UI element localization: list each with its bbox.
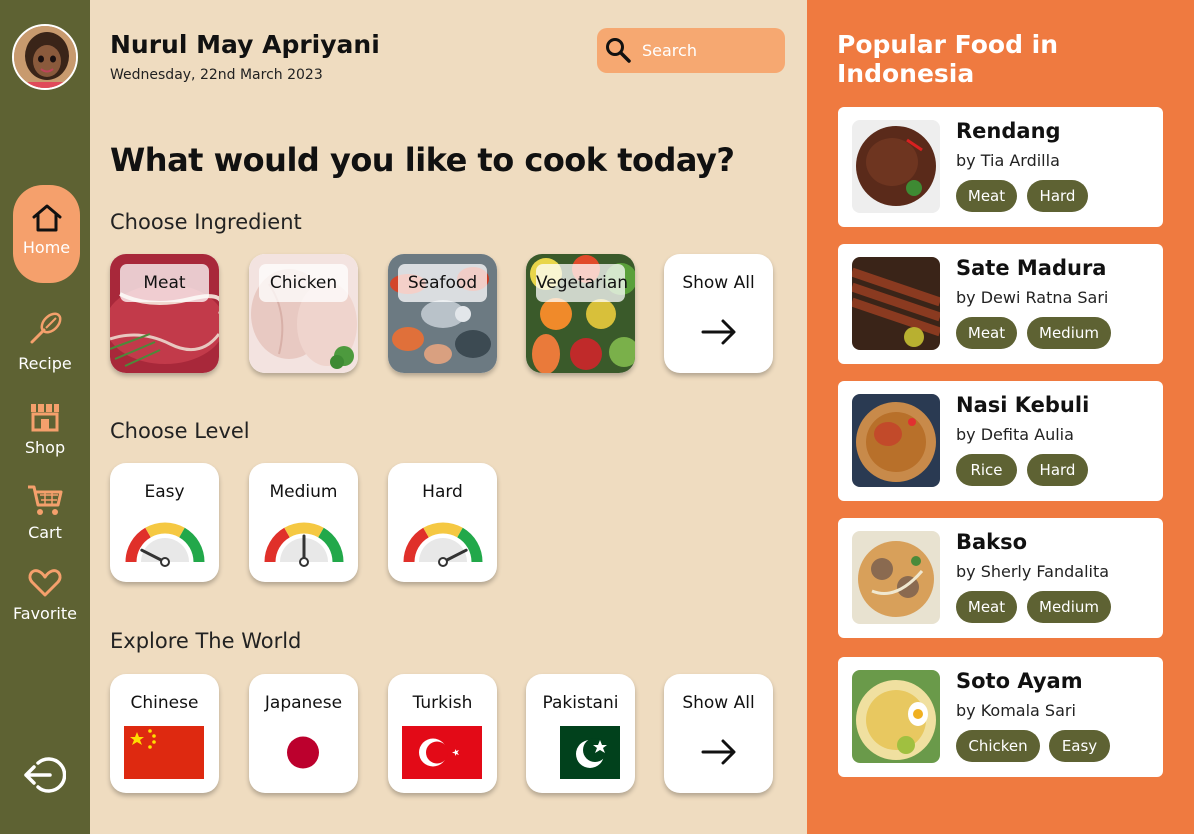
logout-icon	[24, 757, 67, 793]
food-thumbnail	[852, 257, 940, 350]
ingredient-label: Seafood	[398, 264, 487, 302]
food-tag[interactable]: Rice	[956, 454, 1017, 486]
cuisine-card-chinese[interactable]: Chinese	[110, 674, 219, 793]
popular-food-panel: Popular Food in Indonesia Rendang by Tia…	[807, 0, 1194, 834]
page-title: What would you like to cook today?	[110, 141, 735, 179]
search-input[interactable]: Search	[597, 28, 785, 73]
ingredient-label: Vegetarian	[536, 264, 628, 302]
food-tag[interactable]: Medium	[1027, 591, 1111, 623]
heart-icon	[28, 569, 62, 597]
cuisine-label: Japanese	[264, 693, 343, 713]
search-placeholder: Search	[642, 41, 697, 60]
cuisine-show-all-button[interactable]: Show All	[664, 674, 773, 793]
sidebar-item-favorite[interactable]: Favorite	[0, 568, 90, 623]
sidebar: Home Recipe Shop Cart Favorite	[0, 0, 90, 834]
level-label: Medium	[269, 482, 338, 502]
store-icon	[31, 404, 59, 432]
food-card-sate-madura[interactable]: Sate Madura by Dewi Ratna Sari Meat Medi…	[838, 244, 1163, 364]
food-name: Rendang	[956, 119, 1061, 143]
food-name: Sate Madura	[956, 256, 1107, 280]
food-tag[interactable]: Easy	[1049, 730, 1110, 762]
level-card-easy[interactable]: Easy	[110, 463, 219, 582]
food-author: by Komala Sari	[956, 701, 1076, 720]
show-all-label: Show All	[682, 273, 755, 293]
sidebar-item-label: Recipe	[18, 354, 72, 373]
current-date: Wednesday, 22nd March 2023	[110, 67, 323, 83]
food-card-soto-ayam[interactable]: Soto Ayam by Komala Sari Chicken Easy	[838, 657, 1163, 777]
food-tag[interactable]: Medium	[1027, 317, 1111, 349]
food-card-rendang[interactable]: Rendang by Tia Ardilla Meat Hard	[838, 107, 1163, 227]
level-label: Easy	[144, 482, 185, 502]
food-tag[interactable]: Hard	[1027, 454, 1088, 486]
gauge-icon	[403, 522, 483, 567]
sidebar-item-label: Home	[22, 238, 71, 257]
ingredient-section-title: Choose Ingredient	[110, 210, 302, 234]
level-card-hard[interactable]: Hard	[388, 463, 497, 582]
food-card-nasi-kebuli[interactable]: Nasi Kebuli by Defita Aulia Rice Hard	[838, 381, 1163, 501]
sidebar-item-home[interactable]: Home	[13, 185, 80, 283]
level-label: Hard	[422, 482, 463, 502]
cuisine-label: Pakistani	[542, 693, 619, 713]
food-tag[interactable]: Meat	[956, 317, 1017, 349]
food-tag[interactable]: Hard	[1027, 180, 1088, 212]
ingredient-card-seafood[interactable]: Seafood	[388, 254, 497, 373]
popular-food-title: Popular Food in Indonesia	[837, 30, 1059, 88]
food-tag[interactable]: Meat	[956, 180, 1017, 212]
food-thumbnail	[852, 670, 940, 763]
level-card-medium[interactable]: Medium	[249, 463, 358, 582]
sidebar-item-label: Shop	[24, 438, 66, 457]
user-name: Nurul May Apriyani	[110, 30, 380, 59]
cuisine-label: Chinese	[130, 693, 199, 713]
food-name: Soto Ayam	[956, 669, 1083, 693]
cuisine-card-pakistani[interactable]: Pakistani	[526, 674, 635, 793]
food-author: by Dewi Ratna Sari	[956, 288, 1109, 307]
show-all-label: Show All	[682, 693, 755, 713]
food-thumbnail	[852, 394, 940, 487]
pakistan-flag-icon	[540, 726, 620, 779]
food-author: by Sherly Fandalita	[956, 562, 1110, 581]
food-name: Bakso	[956, 530, 1028, 554]
arrow-right-icon	[701, 739, 736, 765]
sidebar-item-cart[interactable]: Cart	[0, 483, 90, 542]
search-icon	[606, 38, 631, 63]
japan-flag-icon	[263, 726, 343, 779]
sidebar-item-shop[interactable]: Shop	[0, 400, 90, 457]
gauge-icon	[264, 522, 344, 567]
food-name: Nasi Kebuli	[956, 393, 1090, 417]
whisk-icon	[30, 312, 62, 344]
cart-icon	[28, 485, 63, 515]
avatar[interactable]	[12, 24, 78, 90]
world-section-title: Explore The World	[110, 629, 302, 653]
level-section-title: Choose Level	[110, 419, 250, 443]
sidebar-item-label: Favorite	[13, 604, 77, 623]
ingredient-label: Chicken	[259, 264, 348, 302]
food-card-bakso[interactable]: Bakso by Sherly Fandalita Meat Medium	[838, 518, 1163, 638]
ingredient-label: Meat	[120, 264, 209, 302]
arrow-right-icon	[701, 319, 736, 345]
food-tag[interactable]: Chicken	[956, 730, 1040, 762]
ingredient-card-chicken[interactable]: Chicken	[249, 254, 358, 373]
main-content: Nurul May Apriyani Wednesday, 22nd March…	[90, 0, 807, 834]
turkey-flag-icon	[402, 726, 482, 779]
sidebar-item-recipe[interactable]: Recipe	[0, 310, 90, 373]
china-flag-icon	[124, 726, 204, 779]
food-thumbnail	[852, 120, 940, 213]
cuisine-card-japanese[interactable]: Japanese	[249, 674, 358, 793]
home-icon	[32, 204, 61, 232]
food-thumbnail	[852, 531, 940, 624]
food-tag[interactable]: Meat	[956, 591, 1017, 623]
ingredient-card-vegetarian[interactable]: Vegetarian	[526, 254, 635, 373]
cuisine-label: Turkish	[412, 693, 473, 713]
ingredient-show-all-button[interactable]: Show All	[664, 254, 773, 373]
sidebar-item-label: Cart	[28, 523, 62, 542]
gauge-icon	[125, 522, 205, 567]
logout-button[interactable]	[24, 755, 67, 795]
food-author: by Defita Aulia	[956, 425, 1074, 444]
food-author: by Tia Ardilla	[956, 151, 1060, 170]
ingredient-card-meat[interactable]: Meat	[110, 254, 219, 373]
cuisine-card-turkish[interactable]: Turkish	[388, 674, 497, 793]
